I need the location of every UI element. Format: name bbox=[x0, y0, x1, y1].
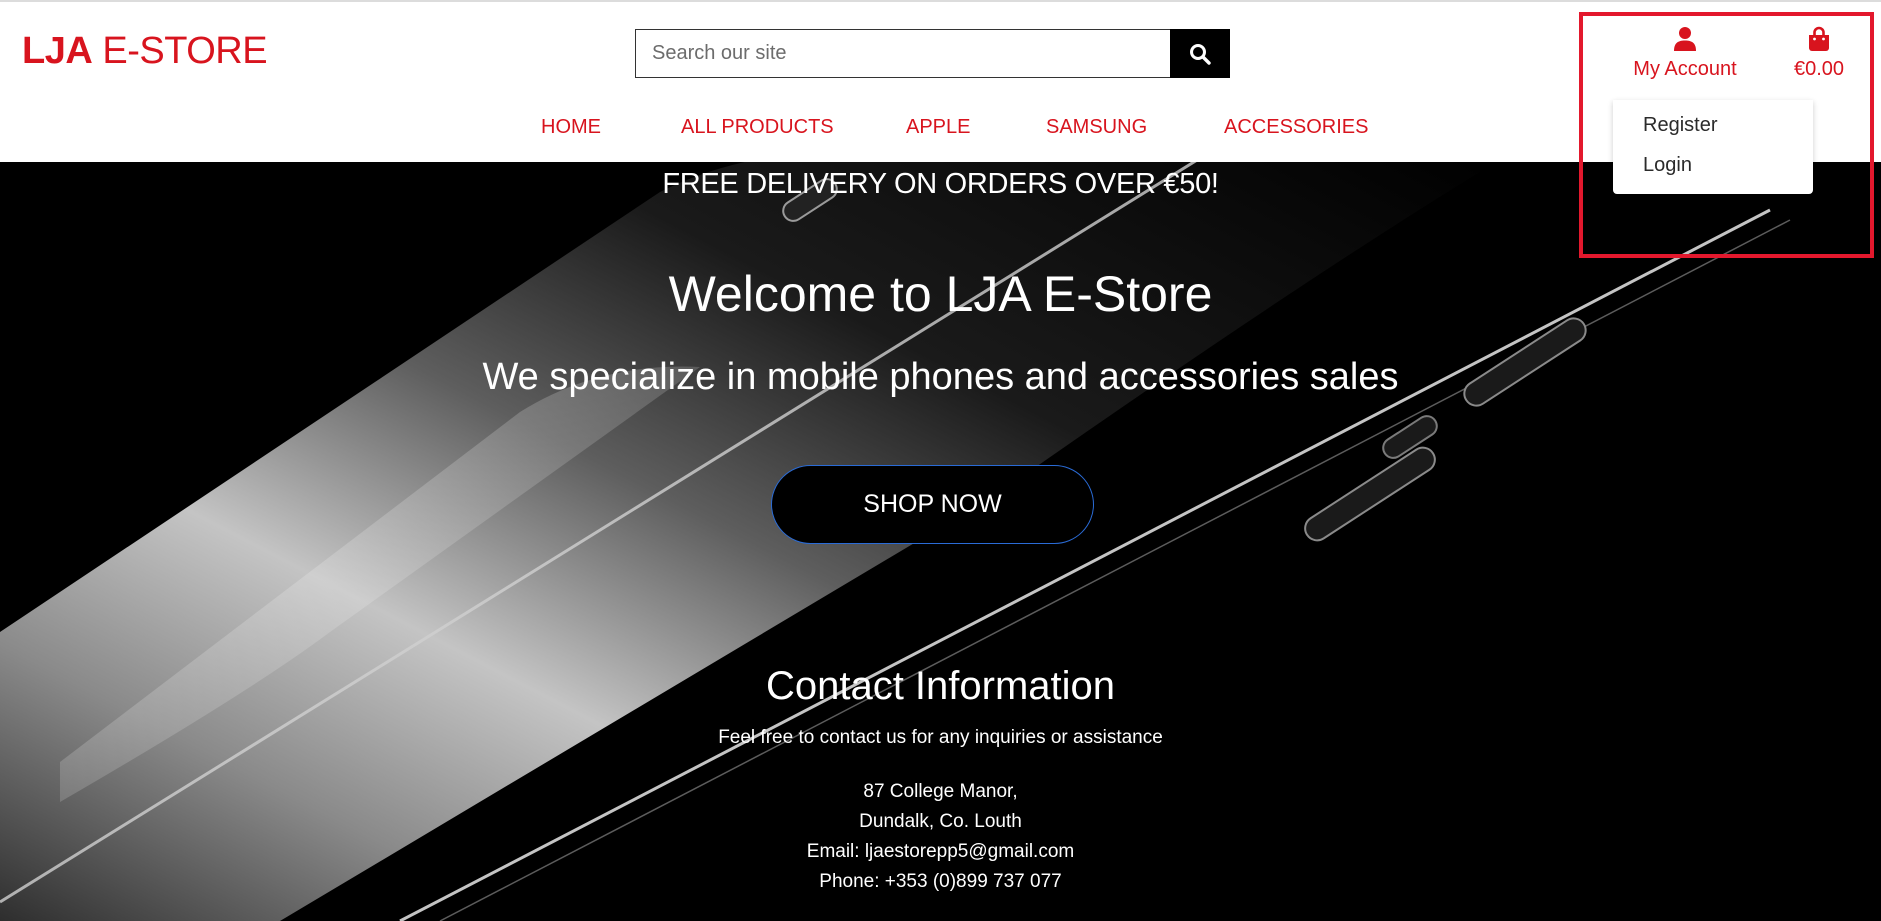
contact-phone[interactable]: Phone: +353 (0)899 737 077 bbox=[0, 867, 1881, 897]
contact-email[interactable]: Email: ljaestorepp5@gmail.com bbox=[0, 837, 1881, 867]
search-button[interactable] bbox=[1170, 29, 1230, 78]
shop-now-button[interactable]: SHOP NOW bbox=[771, 465, 1094, 544]
search-input[interactable] bbox=[635, 29, 1170, 78]
hero-subtitle: We specialize in mobile phones and acces… bbox=[482, 356, 1399, 398]
main-nav: HOME ALL PRODUCTS APPLE SAMSUNG ACCESSOR… bbox=[0, 116, 1881, 146]
nav-samsung[interactable]: SAMSUNG bbox=[1046, 116, 1147, 139]
contact-intro: Feel free to contact us for any inquirie… bbox=[718, 727, 1163, 748]
nav-apple[interactable]: APPLE bbox=[906, 116, 970, 139]
contact-heading: Contact Information bbox=[765, 664, 1116, 708]
site-header: LJA E-STORE HOME ALL PRODUCTS APPLE SAMS… bbox=[0, 0, 1881, 162]
logo-text-light: E-STORE bbox=[92, 30, 268, 72]
cart-total: €0.00 bbox=[1793, 58, 1845, 80]
cart-link[interactable]: €0.00 bbox=[1784, 26, 1854, 81]
logo-text-strong: LJA bbox=[22, 30, 93, 72]
nav-home[interactable]: HOME bbox=[541, 116, 601, 139]
search-form bbox=[635, 29, 1230, 78]
address-line-2: Dundalk, Co. Louth bbox=[859, 811, 1022, 832]
shopping-bag-icon bbox=[1784, 26, 1854, 56]
dropdown-item-login[interactable]: Login bbox=[1643, 154, 1692, 177]
account-dropdown-menu: Register Login bbox=[1613, 100, 1813, 194]
contact-details: 87 College Manor, Dundalk, Co. Louth Ema… bbox=[0, 777, 1881, 897]
address-line-1: 87 College Manor, bbox=[863, 781, 1018, 802]
nav-accessories[interactable]: ACCESSORIES bbox=[1224, 116, 1368, 139]
user-icon bbox=[1628, 26, 1742, 56]
my-account-link[interactable]: My Account bbox=[1628, 26, 1742, 81]
hero-title: Welcome to LJA E-Store bbox=[668, 266, 1213, 322]
my-account-label: My Account bbox=[1633, 58, 1737, 80]
hero-section: FREE DELIVERY ON ORDERS OVER €50! Welcom… bbox=[0, 162, 1881, 921]
page: LJA E-STORE HOME ALL PRODUCTS APPLE SAMS… bbox=[0, 0, 1881, 921]
site-logo[interactable]: LJA E-STORE bbox=[22, 30, 268, 73]
free-delivery-banner: FREE DELIVERY ON ORDERS OVER €50! bbox=[662, 168, 1219, 200]
dropdown-item-register[interactable]: Register bbox=[1643, 114, 1717, 137]
nav-all-products[interactable]: ALL PRODUCTS bbox=[681, 116, 834, 139]
search-icon bbox=[1190, 43, 1211, 65]
